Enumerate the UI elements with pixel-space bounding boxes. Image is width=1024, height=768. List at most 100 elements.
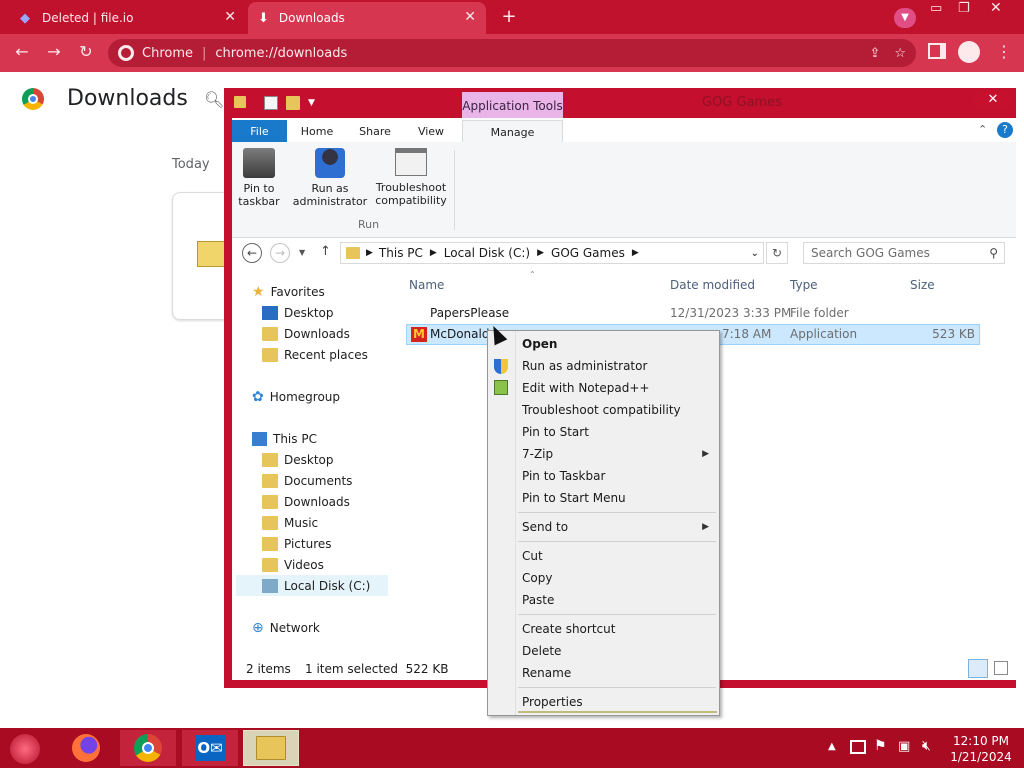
nav-item-local-disk[interactable]: Local Disk (C:) xyxy=(236,575,388,596)
menu-separator xyxy=(518,512,716,513)
tab-search-chevron-down-icon[interactable]: ▼ xyxy=(894,8,916,28)
new-folder-icon[interactable] xyxy=(286,96,300,110)
back-arrow-icon[interactable]: ← xyxy=(10,42,34,61)
properties-icon[interactable] xyxy=(264,96,278,110)
tab-downloads[interactable]: ⬇ Downloads ✕ xyxy=(248,2,486,34)
nav-item-downloads[interactable]: Downloads xyxy=(262,323,350,344)
notepadplusplus-icon xyxy=(494,380,508,395)
reload-icon[interactable]: ↻ xyxy=(74,42,98,61)
network-icon[interactable]: ▣ xyxy=(898,739,910,754)
volume-muted-icon[interactable]: 🔇︎ xyxy=(922,738,931,754)
taskbar-clock[interactable]: 12:10 PM 1/21/2024 xyxy=(950,733,1012,765)
nav-item-videos[interactable]: Videos xyxy=(262,554,324,575)
taskbar-outlook[interactable]: O✉ xyxy=(182,730,238,766)
refresh-icon[interactable]: ↻ xyxy=(766,242,788,264)
ribbon-divider xyxy=(454,150,455,230)
close-window-icon[interactable]: ✕ xyxy=(990,0,1002,16)
address-bar[interactable]: ▶ This PC ▶ Local Disk (C:) ▶ GOG Games … xyxy=(340,242,764,264)
menu-item-send-to[interactable]: Send to xyxy=(522,516,568,538)
minimize-icon[interactable]: ▭ xyxy=(930,1,942,16)
menu-item-run-as-administrator[interactable]: Run as administrator xyxy=(522,355,647,377)
profile-avatar[interactable] xyxy=(958,41,980,63)
restore-icon[interactable]: ❐ xyxy=(958,1,970,16)
menu-item-create-shortcut[interactable]: Create shortcut xyxy=(522,618,615,640)
status-selection: 1 item selected 522 KB xyxy=(305,662,449,676)
network-monitor-icon[interactable] xyxy=(850,740,866,754)
search-icon[interactable]: ⚲ xyxy=(989,246,998,260)
troubleshoot-compatibility-button[interactable]: Troubleshoot compatibility xyxy=(374,148,448,207)
nav-network[interactable]: ⊕ Network xyxy=(252,617,320,638)
action-center-flag-icon[interactable]: ⚑ xyxy=(874,738,887,754)
menu-item-pin-to-start-menu[interactable]: Pin to Start Menu xyxy=(522,487,626,509)
quick-access-dropdown-icon[interactable]: ▼ xyxy=(308,98,315,108)
nav-item-recent-places[interactable]: Recent places xyxy=(262,344,368,365)
bookmark-star-icon[interactable]: ☆ xyxy=(894,46,906,61)
nav-item-pictures[interactable]: Pictures xyxy=(262,533,332,554)
breadcrumb-this-pc[interactable]: This PC xyxy=(379,246,423,260)
menu-item-rename[interactable]: Rename xyxy=(522,662,571,684)
close-window-icon[interactable]: ✕ xyxy=(974,91,1012,109)
column-header-type[interactable]: Type xyxy=(790,278,818,292)
taskbar-file-explorer[interactable] xyxy=(243,730,299,766)
omnibox[interactable]: Chrome | chrome://downloads ⇪ ☆ xyxy=(108,39,916,67)
nav-label: Downloads xyxy=(284,326,350,341)
taskbar-firefox[interactable] xyxy=(58,730,114,766)
new-tab-icon[interactable]: + xyxy=(498,6,520,28)
help-icon[interactable]: ? xyxy=(997,122,1013,138)
taskbar-chrome[interactable] xyxy=(120,730,176,766)
back-arrow-icon[interactable]: ← xyxy=(242,243,262,263)
menu-item-pin-to-taskbar[interactable]: Pin to Taskbar xyxy=(522,465,605,487)
show-hidden-icons-icon[interactable]: ▲ xyxy=(828,741,836,752)
ribbon-tab-home[interactable]: Home xyxy=(292,120,342,142)
forward-arrow-icon[interactable]: → xyxy=(42,42,66,61)
homegroup-icon: ✿ xyxy=(252,388,264,405)
nav-item-desktop[interactable]: Desktop xyxy=(262,302,334,323)
side-panel-icon[interactable] xyxy=(928,43,946,59)
menu-item-copy[interactable]: Copy xyxy=(522,567,552,589)
recent-locations-chevron-down-icon[interactable]: ▼ xyxy=(299,248,305,257)
pin-to-taskbar-button[interactable]: Pin to taskbar xyxy=(236,148,282,208)
menu-item-properties[interactable]: Properties xyxy=(522,691,583,713)
column-header-name[interactable]: Name xyxy=(409,278,444,292)
nav-favorites[interactable]: ★ Favorites xyxy=(252,281,325,302)
close-tab-icon[interactable]: ✕ xyxy=(224,9,236,25)
menu-item-paste[interactable]: Paste xyxy=(522,589,554,611)
menu-item-troubleshoot-compatibility[interactable]: Troubleshoot compatibility xyxy=(522,399,681,421)
menu-item-cut[interactable]: Cut xyxy=(522,545,543,567)
up-arrow-icon[interactable]: ↑ xyxy=(320,244,331,259)
menu-item-open[interactable]: Open xyxy=(522,333,557,355)
search-icon[interactable]: 🔍︎ xyxy=(204,90,224,109)
nav-item-downloads[interactable]: Downloads xyxy=(262,491,350,512)
computer-icon xyxy=(252,431,267,446)
ribbon-tab-manage[interactable]: Manage xyxy=(462,120,563,143)
table-row[interactable]: PapersPlease 12/31/2023 3:33 PM File fol… xyxy=(406,303,980,324)
nav-item-documents[interactable]: Documents xyxy=(262,470,352,491)
forward-arrow-icon[interactable]: → xyxy=(270,243,290,263)
large-icons-view-icon[interactable] xyxy=(994,661,1008,675)
run-as-administrator-button[interactable]: Run as administrator xyxy=(292,148,368,208)
tab-deleted-fileio[interactable]: ◆ Deleted | file.io ✕ xyxy=(10,2,246,34)
column-header-size[interactable]: Size xyxy=(910,278,935,292)
ribbon-tab-share[interactable]: Share xyxy=(350,120,400,142)
start-orb-icon[interactable] xyxy=(10,734,40,764)
menu-item-7zip[interactable]: 7-Zip xyxy=(522,443,553,465)
breadcrumb-gog-games[interactable]: GOG Games xyxy=(551,246,625,260)
nav-item-desktop[interactable]: Desktop xyxy=(262,449,334,470)
close-tab-icon[interactable]: ✕ xyxy=(464,9,476,25)
address-history-chevron-down-icon[interactable]: ⌄ xyxy=(751,248,759,259)
ribbon-tab-file[interactable]: File xyxy=(232,120,287,142)
menu-item-edit-with-notepadpp[interactable]: Edit with Notepad++ xyxy=(522,377,649,399)
nav-item-music[interactable]: Music xyxy=(262,512,318,533)
nav-this-pc[interactable]: This PC xyxy=(252,428,317,449)
menu-item-delete[interactable]: Delete xyxy=(522,640,561,662)
nav-homegroup[interactable]: ✿ Homegroup xyxy=(252,386,340,407)
breadcrumb-local-disk[interactable]: Local Disk (C:) xyxy=(444,246,530,260)
ribbon-tab-view[interactable]: View xyxy=(406,120,456,142)
collapse-ribbon-icon[interactable]: ⌃ xyxy=(978,123,987,136)
menu-item-pin-to-start[interactable]: Pin to Start xyxy=(522,421,589,443)
column-header-date-modified[interactable]: Date modified xyxy=(670,278,755,292)
menu-kebab-icon[interactable]: ⋮ xyxy=(996,42,1012,61)
details-view-icon[interactable] xyxy=(968,659,988,678)
search-input[interactable]: Search GOG Games ⚲ xyxy=(803,242,1005,264)
share-icon[interactable]: ⇪ xyxy=(869,46,880,61)
